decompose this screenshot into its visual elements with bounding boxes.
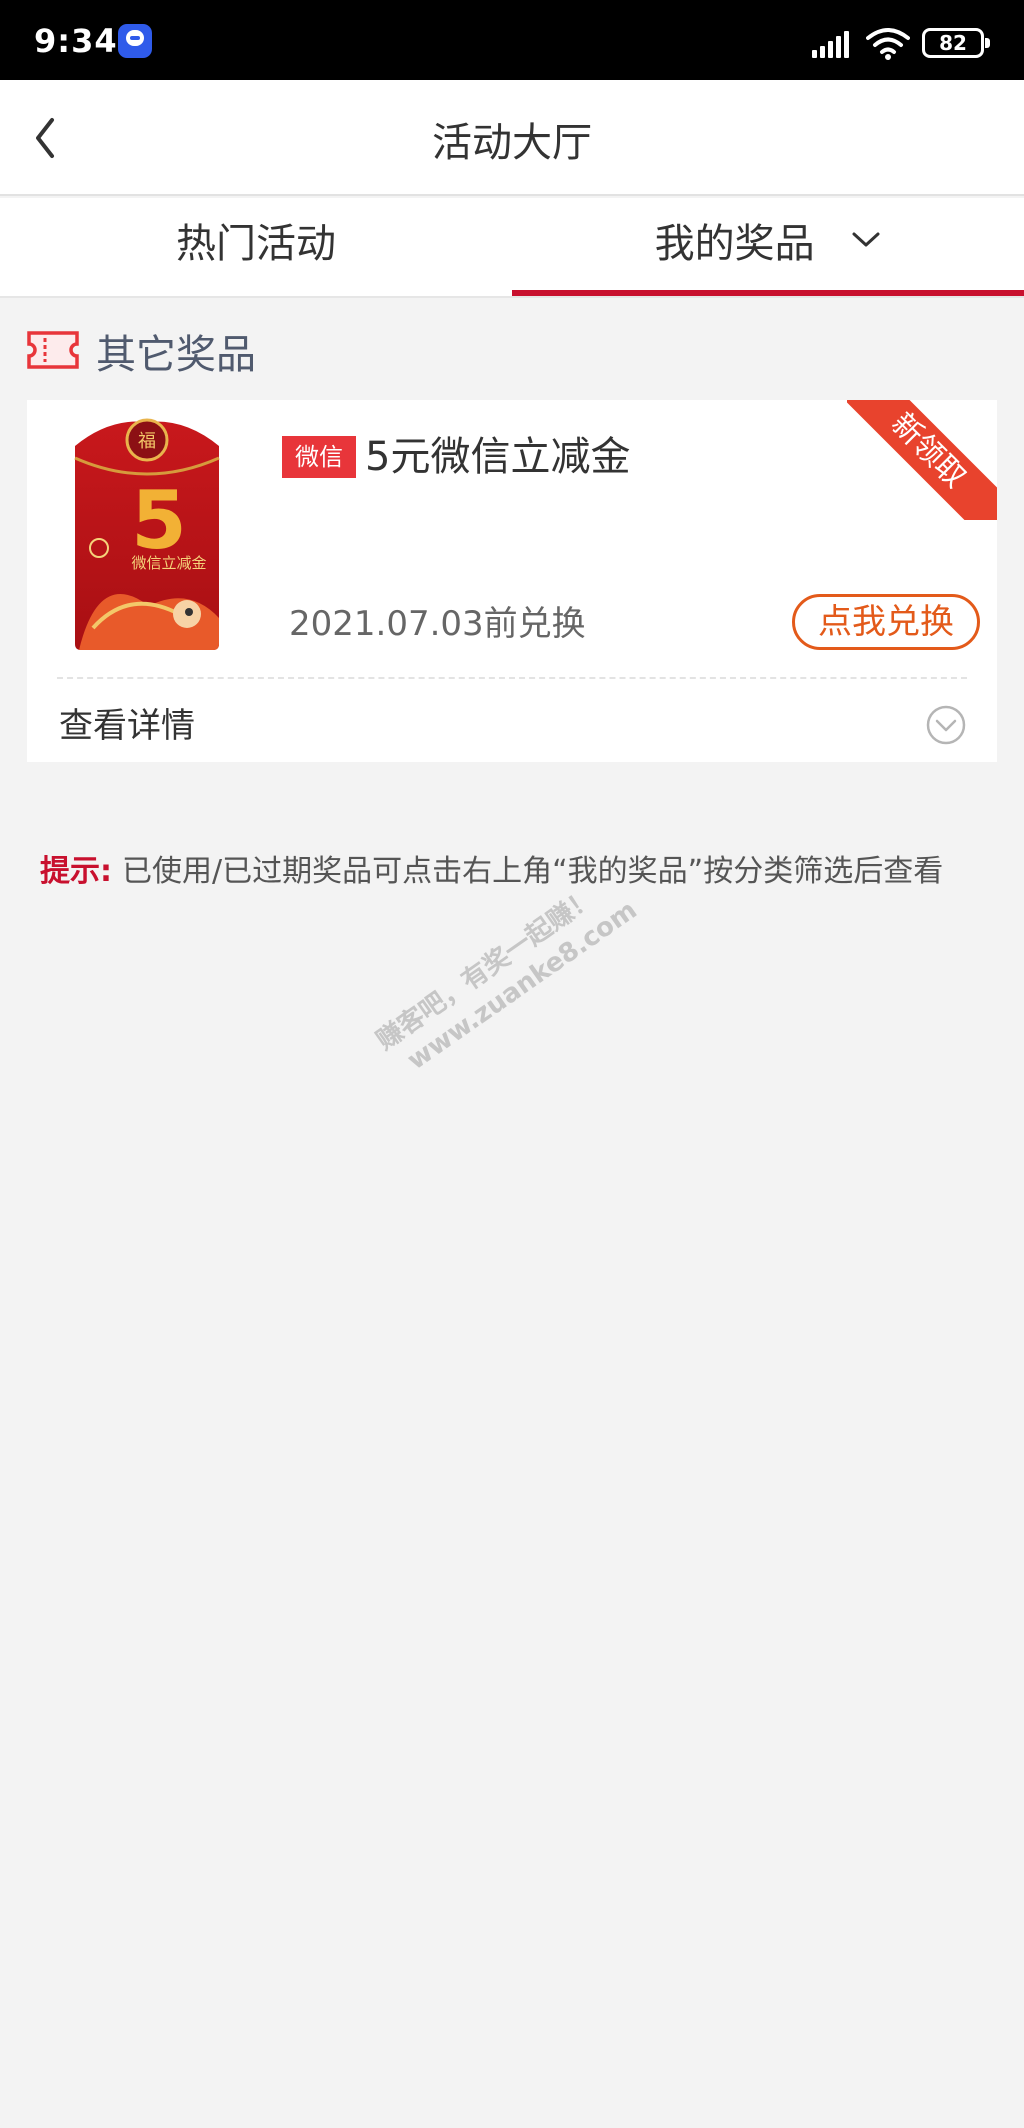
status-time: 9:34 bbox=[34, 22, 118, 60]
battery-icon: 82 bbox=[922, 28, 990, 58]
wechat-tag: 微信 bbox=[282, 436, 356, 478]
watermark-line: 赚客吧，有奖一起赚！ bbox=[371, 882, 602, 1057]
view-details-link[interactable]: 查看详情 bbox=[59, 698, 195, 747]
tab-my-prizes[interactable]: 我的奖品 bbox=[512, 198, 1024, 296]
watermark: 赚客吧，有奖一起赚！ www.zuanke8.com bbox=[370, 866, 644, 1086]
wifi-icon bbox=[866, 28, 910, 60]
app-badge-icon bbox=[118, 24, 152, 58]
prize-card: 福 5 微信立减金 微信 5元微信立减金 新领取 2021.07.03前兑换 点… bbox=[27, 400, 997, 762]
prize-image: 福 5 微信立减金 bbox=[74, 418, 220, 650]
tip-message: 提示: 已使用/已过期奖品可点击右上角“我的奖品”按分类筛选后查看 bbox=[40, 846, 943, 890]
chevron-down-icon bbox=[852, 232, 880, 247]
tip-label: 提示: bbox=[40, 854, 112, 889]
active-tab-indicator bbox=[512, 290, 1024, 296]
tab-label: 热门活动 bbox=[176, 221, 336, 267]
new-ribbon: 新领取 bbox=[847, 400, 997, 520]
prize-image-caption: 微信立减金 bbox=[131, 554, 206, 572]
ticket-icon bbox=[27, 331, 79, 369]
top-nav-bar: 活动大厅 bbox=[0, 80, 1024, 196]
redeem-button[interactable]: 点我兑换 bbox=[792, 594, 980, 650]
expire-date: 2021.07.03前兑换 bbox=[289, 604, 586, 644]
svg-text:福: 福 bbox=[138, 431, 156, 452]
ribbon-label: 新领取 bbox=[847, 400, 997, 520]
signal-icon bbox=[812, 30, 852, 58]
section-title: 其它奖品 bbox=[96, 332, 256, 378]
card-divider bbox=[57, 677, 967, 679]
tab-hot-activities[interactable]: 热门活动 bbox=[0, 198, 512, 296]
page-title: 活动大厅 bbox=[432, 120, 592, 166]
tab-label: 我的奖品 bbox=[654, 221, 815, 267]
status-bar: 9:34 82 bbox=[0, 0, 1024, 80]
chevron-down-circle-icon[interactable] bbox=[925, 704, 967, 746]
tip-text: 已使用/已过期奖品可点击右上角“我的奖品”按分类筛选后查看 bbox=[122, 854, 944, 889]
prize-name: 5元微信立减金 bbox=[365, 434, 631, 480]
tab-bar: 热门活动 我的奖品 bbox=[0, 198, 1024, 298]
